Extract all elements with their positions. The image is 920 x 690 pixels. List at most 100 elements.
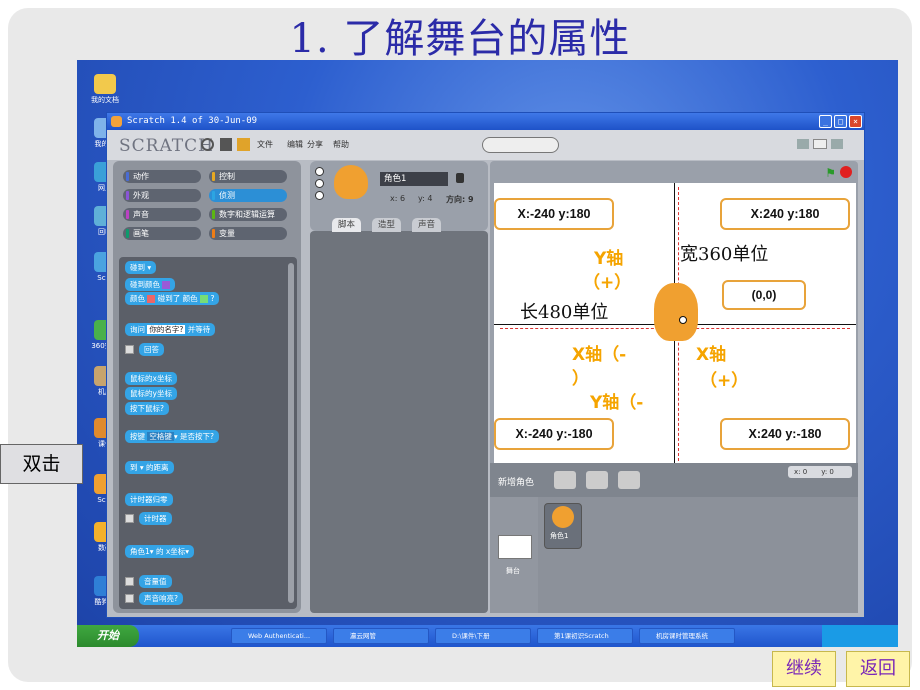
sprite-name-field[interactable]: 角色1 bbox=[380, 172, 448, 186]
sprite-x: x: 6 bbox=[390, 194, 406, 203]
callout-bottom-right: X:240 y:-180 bbox=[720, 418, 850, 450]
double-click-label: 双击 bbox=[0, 444, 83, 484]
presentation-mode-icon[interactable] bbox=[831, 139, 843, 149]
block-mouse-x[interactable]: 鼠标的x坐标 bbox=[125, 372, 177, 385]
normal-stage-icon[interactable] bbox=[813, 139, 827, 149]
flip-icon[interactable] bbox=[315, 179, 324, 188]
block-mouse-y[interactable]: 鼠标的y坐标 bbox=[125, 387, 177, 400]
desktop-icon-documents[interactable]: 我的文档 bbox=[85, 74, 125, 105]
block-touching-color[interactable]: 碰到颜色 bbox=[125, 278, 176, 291]
menu-file[interactable]: 文件 bbox=[257, 139, 273, 150]
no-rotate-icon[interactable] bbox=[315, 191, 324, 200]
x-negative-label-a: X轴（- bbox=[572, 345, 627, 365]
paint-sprite-button[interactable] bbox=[554, 471, 576, 489]
random-sprite-button[interactable] bbox=[618, 471, 640, 489]
block-answer[interactable]: 回答 bbox=[139, 343, 164, 356]
callout-bottom-left: X:-240 y:-180 bbox=[494, 418, 614, 450]
tab-scripts[interactable]: 脚本 bbox=[332, 218, 362, 232]
close-button[interactable]: × bbox=[849, 115, 862, 128]
category-sensing[interactable]: 侦测 bbox=[209, 189, 287, 202]
task-folder[interactable]: D:\课件\下册 bbox=[435, 628, 531, 644]
width-label: 宽360单位 bbox=[680, 244, 769, 265]
menu-help[interactable]: 帮助 bbox=[333, 139, 349, 150]
mouse-coords: x: 0 y: 0 bbox=[788, 466, 852, 478]
category-sound[interactable]: 声音 bbox=[123, 208, 201, 221]
y-negative-label: Y轴（- bbox=[590, 393, 644, 413]
x-negative-label-b: ） bbox=[572, 369, 589, 389]
block-mouse-down[interactable]: 按下鼠标? bbox=[125, 402, 169, 415]
category-variables[interactable]: 变量 bbox=[209, 227, 287, 240]
callout-top-right: X:240 y:180 bbox=[720, 198, 850, 230]
length-label: 长480单位 bbox=[520, 302, 609, 323]
sprite-direction: 方向: 9 bbox=[446, 195, 474, 204]
y-positive-label-a: Y轴 bbox=[594, 249, 624, 269]
blocks-pane: 动作 控制 外观 侦测 声音 数字和逻辑运算 画笔 变量 碰到 ▾ 碰到颜色 颜… bbox=[113, 161, 301, 613]
block-loud[interactable]: 声音响亮? bbox=[139, 592, 183, 605]
scripts-area[interactable]: 脚本 造型 声音 bbox=[310, 218, 488, 613]
continue-button[interactable]: 继续 bbox=[772, 651, 836, 687]
block-touching[interactable]: 碰到 ▾ bbox=[125, 261, 157, 274]
start-button[interactable]: 开始 bbox=[77, 625, 139, 647]
slide-title: 1. 了解舞台的属性 bbox=[289, 16, 631, 62]
task-scratch[interactable]: 第1课初识Scratch bbox=[537, 628, 633, 644]
tab-sounds[interactable]: 声音 bbox=[412, 218, 442, 232]
block-ask[interactable]: 询问 你的名字? 并等待 bbox=[125, 323, 216, 336]
category-control[interactable]: 控制 bbox=[209, 170, 287, 183]
category-pen[interactable]: 画笔 bbox=[123, 227, 201, 240]
callout-top-left: X:-240 y:180 bbox=[494, 198, 614, 230]
timer-checkbox[interactable] bbox=[125, 514, 134, 523]
stage-thumbnail[interactable] bbox=[498, 535, 532, 559]
window-titlebar[interactable]: Scratch 1.4 of 30-Jun-09 _ □ × bbox=[107, 113, 864, 130]
globe-icon[interactable] bbox=[201, 138, 214, 151]
choose-sprite-button[interactable] bbox=[586, 471, 608, 489]
answer-checkbox[interactable] bbox=[125, 345, 134, 354]
block-distance[interactable]: 到 ▾ 的距离 bbox=[125, 461, 174, 474]
category-looks[interactable]: 外观 bbox=[123, 189, 201, 202]
loudness-checkbox[interactable] bbox=[125, 577, 134, 586]
menu-edit[interactable]: 编辑 bbox=[287, 139, 303, 150]
x-positive-label-b: （+） bbox=[700, 371, 749, 391]
block-key-pressed[interactable]: 按键 空格键 ▾ 是否按下? bbox=[125, 430, 220, 443]
small-stage-icon[interactable] bbox=[797, 139, 809, 149]
block-timer[interactable]: 计时器 bbox=[139, 512, 172, 525]
stop-icon[interactable] bbox=[840, 166, 852, 178]
maximize-button[interactable]: □ bbox=[834, 115, 847, 128]
menubar: SCRATCH 文件 编辑 分享 帮助 bbox=[107, 130, 864, 160]
block-loudness[interactable]: 音量值 bbox=[139, 575, 172, 588]
category-operators[interactable]: 数字和逻辑运算 bbox=[209, 208, 287, 221]
palette-scrollbar[interactable] bbox=[288, 263, 294, 603]
sprite-thumb-cat bbox=[552, 506, 574, 528]
loud-checkbox[interactable] bbox=[125, 594, 134, 603]
sprite-thumb-label: 角色1 bbox=[550, 532, 569, 540]
block-color-touching[interactable]: 颜色 碰到了 颜色 ? bbox=[125, 292, 220, 305]
minimize-button[interactable]: _ bbox=[819, 115, 832, 128]
cat-sprite[interactable] bbox=[654, 283, 698, 341]
task-lab-system[interactable]: 机房课时管理系统 bbox=[639, 628, 735, 644]
task-web-auth[interactable]: Web Authenticati... bbox=[231, 628, 327, 644]
save-icon[interactable] bbox=[220, 138, 232, 151]
lock-icon[interactable] bbox=[456, 173, 464, 183]
category-motion[interactable]: 动作 bbox=[123, 170, 201, 183]
origin-marker bbox=[679, 316, 687, 324]
green-flag-icon[interactable]: ⚑ bbox=[825, 166, 836, 180]
sprite-y: y: 4 bbox=[418, 194, 433, 203]
block-reset-timer[interactable]: 计时器归零 bbox=[125, 493, 173, 506]
callout-origin: (0,0) bbox=[722, 280, 806, 310]
back-button[interactable]: 返回 bbox=[846, 651, 910, 687]
taskbar: 开始 Web Authenticati... 瀛云网管 D:\课件\下册 第1课… bbox=[77, 625, 898, 647]
sprite-thumbnail-cat bbox=[334, 165, 368, 199]
block-palette: 碰到 ▾ 碰到颜色 颜色 碰到了 颜色 ? 询问 你的名字? 并等待 回答 鼠标… bbox=[119, 257, 297, 609]
scratch-logo: SCRATCH bbox=[119, 136, 214, 156]
scratch-window: Scratch 1.4 of 30-Jun-09 _ □ × SCRATCH 文… bbox=[106, 112, 865, 618]
stage-thumb-label: 舞台 bbox=[506, 567, 520, 575]
window-title: Scratch 1.4 of 30-Jun-09 bbox=[127, 116, 258, 126]
y-positive-label-b: （+） bbox=[583, 273, 632, 293]
system-tray bbox=[822, 625, 898, 647]
block-attribute[interactable]: 角色1▾ 的 x坐标▾ bbox=[125, 545, 195, 558]
tab-costumes[interactable]: 造型 bbox=[372, 218, 402, 232]
task-netmanager[interactable]: 瀛云网管 bbox=[333, 628, 429, 644]
share-icon[interactable] bbox=[237, 138, 250, 151]
tool-buttons[interactable] bbox=[482, 137, 559, 153]
menu-share[interactable]: 分享 bbox=[307, 139, 323, 150]
rotate-all-icon[interactable] bbox=[315, 167, 324, 176]
